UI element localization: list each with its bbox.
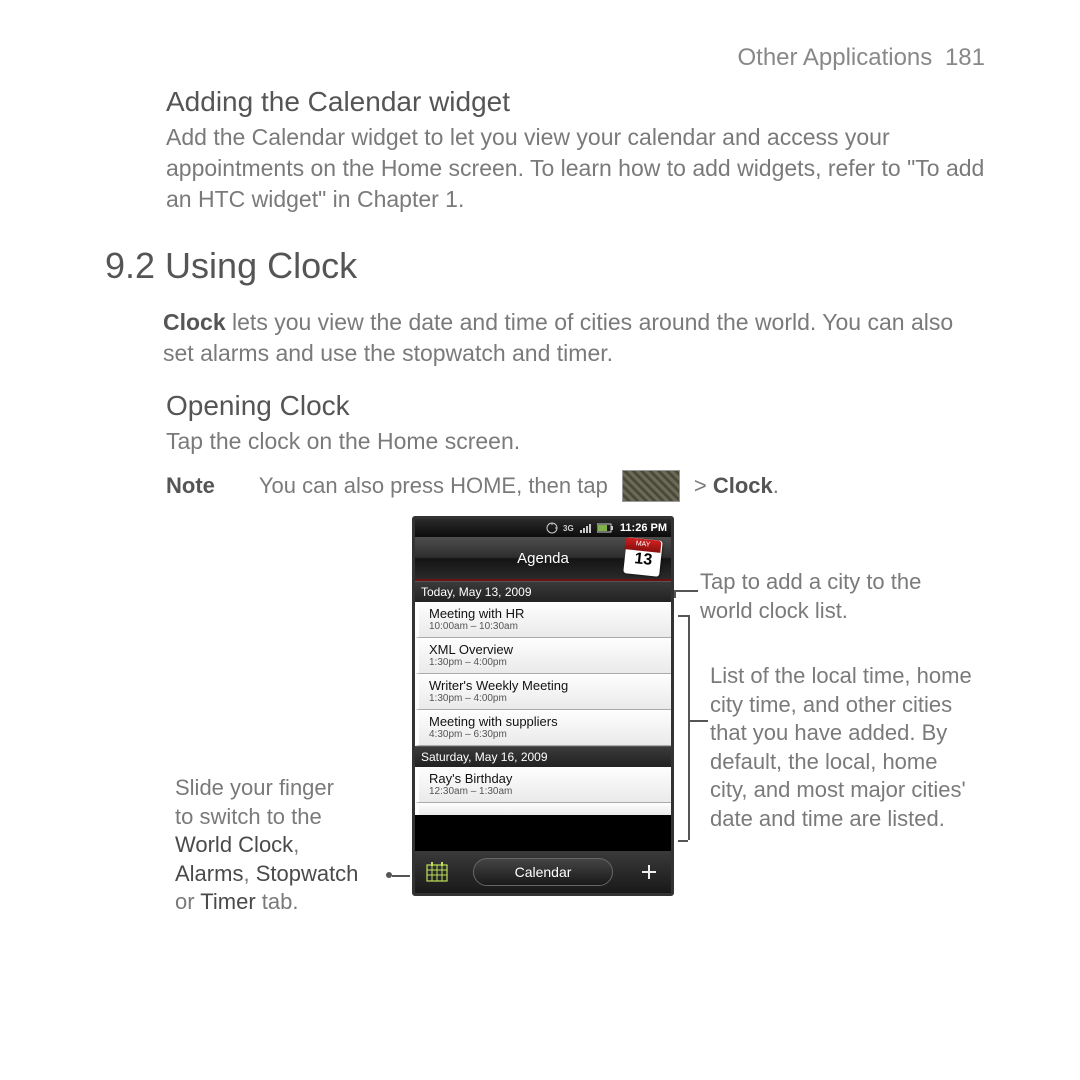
using-clock-section: 9.2 Using Clock Clock lets you view the … (105, 245, 985, 369)
status-time: 11:26 PM (620, 522, 667, 534)
svg-text:3G: 3G (563, 524, 574, 533)
clock-intro-rest: lets you view the date and time of citie… (163, 309, 953, 366)
opening-clock-section: Opening Clock Tap the clock on the Home … (166, 390, 985, 457)
leader-line (674, 590, 676, 598)
adding-calendar-widget-section: Adding the Calendar widget Add the Calen… (166, 86, 985, 215)
leader-line (688, 615, 690, 840)
using-clock-intro: Clock lets you view the date and time of… (163, 307, 985, 369)
note-text-post: > Clock. (694, 473, 779, 499)
callout-city-list: List of the local time, home city time, … (710, 662, 980, 834)
day-header-today: Today, May 13, 2009 (415, 581, 671, 602)
status-bar: 3G 11:26 PM (415, 519, 671, 537)
leader-dot (386, 872, 392, 878)
leader-line (688, 720, 708, 722)
day-header-saturday: Saturday, May 16, 2009 (415, 746, 671, 767)
phone-screenshot: 3G 11:26 PM Agenda MAY 13 Today, May 13,… (412, 516, 674, 896)
leader-line (678, 840, 688, 842)
note-label: Note (166, 473, 215, 499)
leader-line (392, 875, 410, 877)
title-bar: Agenda MAY 13 (415, 537, 671, 581)
section-heading-opening-clock: Opening Clock (166, 390, 985, 422)
add-event-icon[interactable] (627, 851, 671, 893)
note-text-pre: You can also press HOME, then tap (259, 473, 608, 499)
sync-icon (546, 522, 558, 534)
clock-word: Clock (163, 309, 226, 335)
all-programs-icon (622, 470, 680, 502)
event-item[interactable]: XML Overview 1:30pm – 4:00pm (415, 638, 671, 674)
opening-clock-body: Tap the clock on the Home screen. (166, 426, 985, 457)
calendar-icon-day: 13 (624, 549, 662, 577)
leader-line (674, 590, 698, 592)
page-header: Other Applications 181 (738, 44, 986, 72)
signal-icon (580, 523, 592, 533)
month-view-icon[interactable] (415, 851, 459, 893)
network-3g-icon: 3G (563, 523, 575, 533)
empty-row (415, 803, 671, 815)
battery-icon (597, 523, 615, 533)
section-name: Other Applications (738, 44, 933, 71)
callout-add-city: Tap to add a city to the world clock lis… (700, 568, 960, 625)
page-number: 181 (945, 44, 985, 71)
note-row: Note You can also press HOME, then tap >… (166, 470, 985, 502)
callout-slide-tabs: Slide your finger to switch to the World… (175, 774, 405, 917)
bottom-bar[interactable]: Calendar (415, 851, 671, 893)
view-toggle-button[interactable]: Calendar (473, 858, 613, 886)
widget-body-text: Add the Calendar widget to let you view … (166, 122, 985, 215)
agenda-label: Agenda (517, 550, 569, 567)
section-heading-widget: Adding the Calendar widget (166, 86, 985, 118)
event-item[interactable]: Meeting with HR 10:00am – 10:30am (415, 602, 671, 638)
event-item[interactable]: Meeting with suppliers 4:30pm – 6:30pm (415, 710, 671, 746)
calendar-page-icon[interactable]: MAY 13 (625, 539, 661, 575)
section-heading-using-clock: 9.2 Using Clock (105, 245, 985, 287)
leader-line (678, 615, 688, 617)
event-item[interactable]: Writer's Weekly Meeting 1:30pm – 4:00pm (415, 674, 671, 710)
event-item[interactable]: Ray's Birthday 12:30am – 1:30am (415, 767, 671, 803)
